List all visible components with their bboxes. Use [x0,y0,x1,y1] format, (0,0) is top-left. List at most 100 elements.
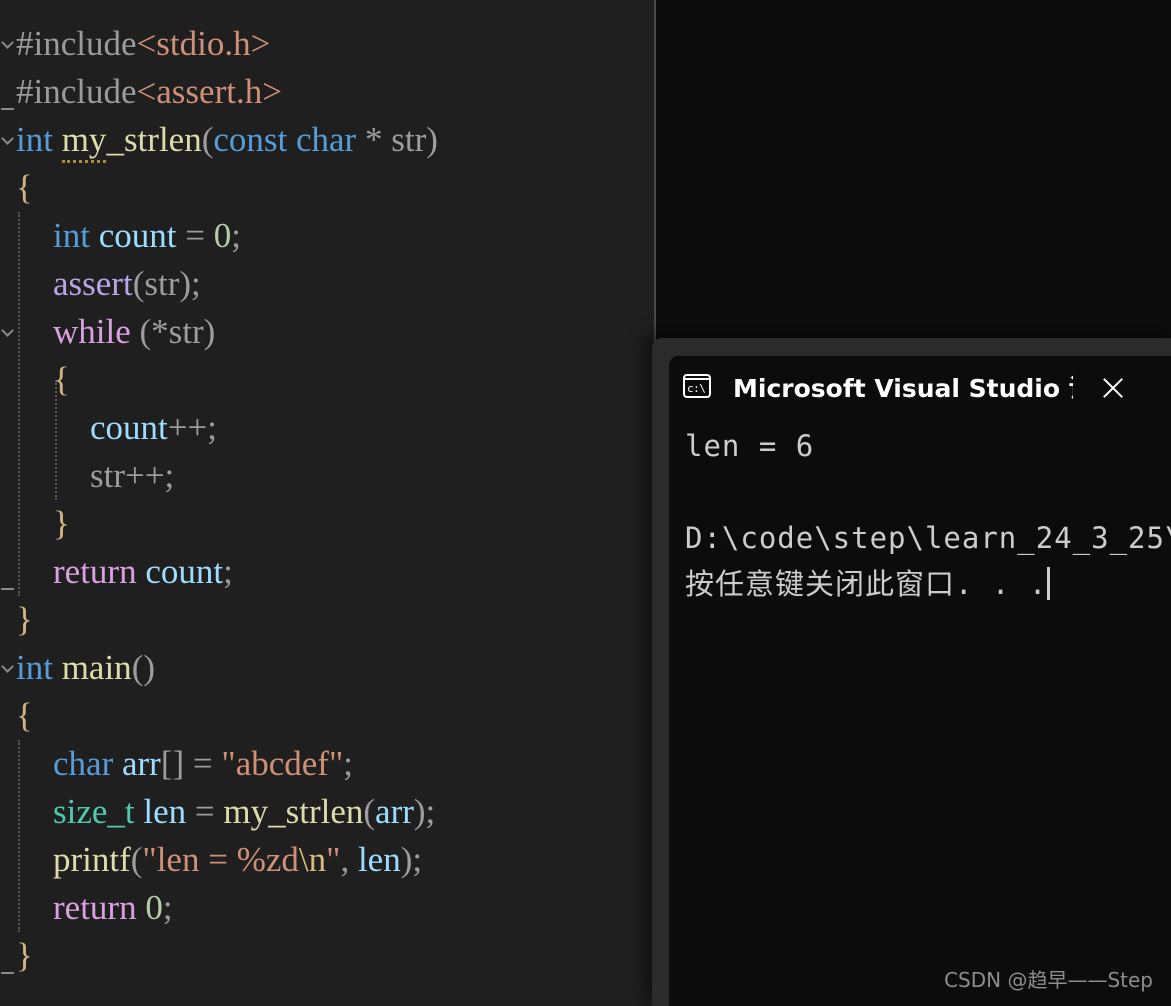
code-line: #include<stdio.h> [16,20,270,68]
code-token: count [98,216,177,255]
console-inner-surface: c:\ Microsoft Visual Studio 调试控 len = 6 … [669,356,1171,1006]
code-token: #include [16,24,137,63]
code-editor[interactable]: #include<stdio.h> #include<assert.h> int m… [0,0,655,1006]
console-line: len = 6 [685,429,815,463]
code-token: ; [162,888,173,927]
console-title: Microsoft Visual Studio 调试控 [733,374,1073,403]
code-token: _strlen [106,120,202,159]
code-token: ; [223,552,233,591]
code-token: size_t [53,792,144,831]
code-line: count++; [90,404,217,452]
code-line: } [16,932,33,980]
code-token: <assert.h> [136,72,282,111]
code-token: str [144,264,180,303]
console-line: D:\code\step\learn_24_3_25\ [685,521,1171,555]
code-token: int [53,216,99,255]
code-token: ; [231,216,241,255]
code-token: int [16,648,62,687]
code-token: (* [139,312,169,351]
code-token: return [53,552,146,591]
csdn-watermark: CSDN @趋早——Step [944,968,1153,992]
code-line: str++; [90,452,174,500]
debug-console-window[interactable]: c:\ Microsoft Visual Studio 调试控 len = 6 … [652,338,1171,1006]
screen-root: #include<stdio.h> #include<assert.h> int m… [0,0,1171,1006]
code-token: { [16,696,33,735]
fold-end-dash-icon[interactable] [1,972,14,974]
code-token: ( [363,792,376,831]
code-token: str [168,312,204,351]
code-token: = [186,792,224,831]
code-token: count [145,552,224,591]
code-token: ( [132,264,145,303]
code-line: return 0; [53,884,173,932]
code-token: * [364,120,392,159]
code-token: my_strlen [223,792,364,831]
code-token: len [357,840,401,879]
code-token: ) [203,312,216,351]
code-line: { [53,356,70,404]
code-token: ); [413,792,436,831]
code-line: return count; [53,548,233,596]
code-token: "abcdef" [221,744,344,783]
fold-chevron-icon[interactable] [1,325,15,339]
code-line: size_t len = my_strlen(arr); [53,788,435,836]
code-token: arr [375,792,414,831]
code-token: { [53,360,70,399]
fold-chevron-icon[interactable] [1,133,15,147]
console-line: 按任意键关闭此窗口. . . [685,561,1171,607]
console-titlebar[interactable]: c:\ Microsoft Visual Studio 调试控 [669,356,1171,418]
code-token: ( [130,840,143,879]
code-line: { [16,692,33,740]
code-token: [] = [160,744,222,783]
code-token: char [53,744,122,783]
code-token: () [131,648,155,687]
code-line: int count = 0; [53,212,241,260]
code-token: <stdio.h> [136,24,271,63]
code-token: "len = %zd [142,840,299,879]
code-line: { [16,164,33,212]
code-token: 0 [213,216,232,255]
code-line: } [53,500,70,548]
code-token: = [176,216,214,255]
code-token: main [61,648,132,687]
code-token: count [90,408,168,447]
code-token: \n [298,840,327,879]
indent-guide [18,740,20,932]
code-token: ); [400,840,423,879]
fold-end-dash-icon[interactable] [1,108,14,110]
fold-chevron-icon[interactable] [1,661,15,675]
code-line: int my_strlen(const char * str) [16,116,438,164]
code-token: ; [343,744,353,783]
code-token: ( [201,120,214,159]
code-token: len [143,792,187,831]
code-token: #include [16,72,137,111]
code-line: } [16,596,33,644]
code-token: my [61,120,107,163]
code-token: " [326,840,341,879]
code-token: } [16,600,33,639]
console-icon-glyph: c:\ [687,382,706,395]
code-token: while [53,312,140,351]
fold-chevron-icon[interactable] [1,37,15,51]
close-icon[interactable] [1097,372,1129,404]
code-token: int [16,120,62,159]
code-token: assert [53,264,133,303]
code-token: printf [53,840,131,879]
console-window-icon: c:\ [683,374,713,400]
code-token: str [90,456,125,495]
console-cursor [1047,567,1051,600]
fold-end-dash-icon[interactable] [1,588,14,590]
code-token: return [53,888,146,927]
code-token: { [16,168,33,207]
code-token: , [340,840,358,879]
code-token: ++; [167,408,217,447]
indent-guide [18,212,20,596]
code-token: const char [213,120,365,159]
code-line: printf("len = %zd\n", len); [53,836,422,884]
code-token: ); [179,264,201,303]
code-token: } [53,504,70,543]
code-token: str [391,120,427,159]
code-token: 0 [145,888,163,927]
code-line: #include<assert.h> [16,68,282,116]
